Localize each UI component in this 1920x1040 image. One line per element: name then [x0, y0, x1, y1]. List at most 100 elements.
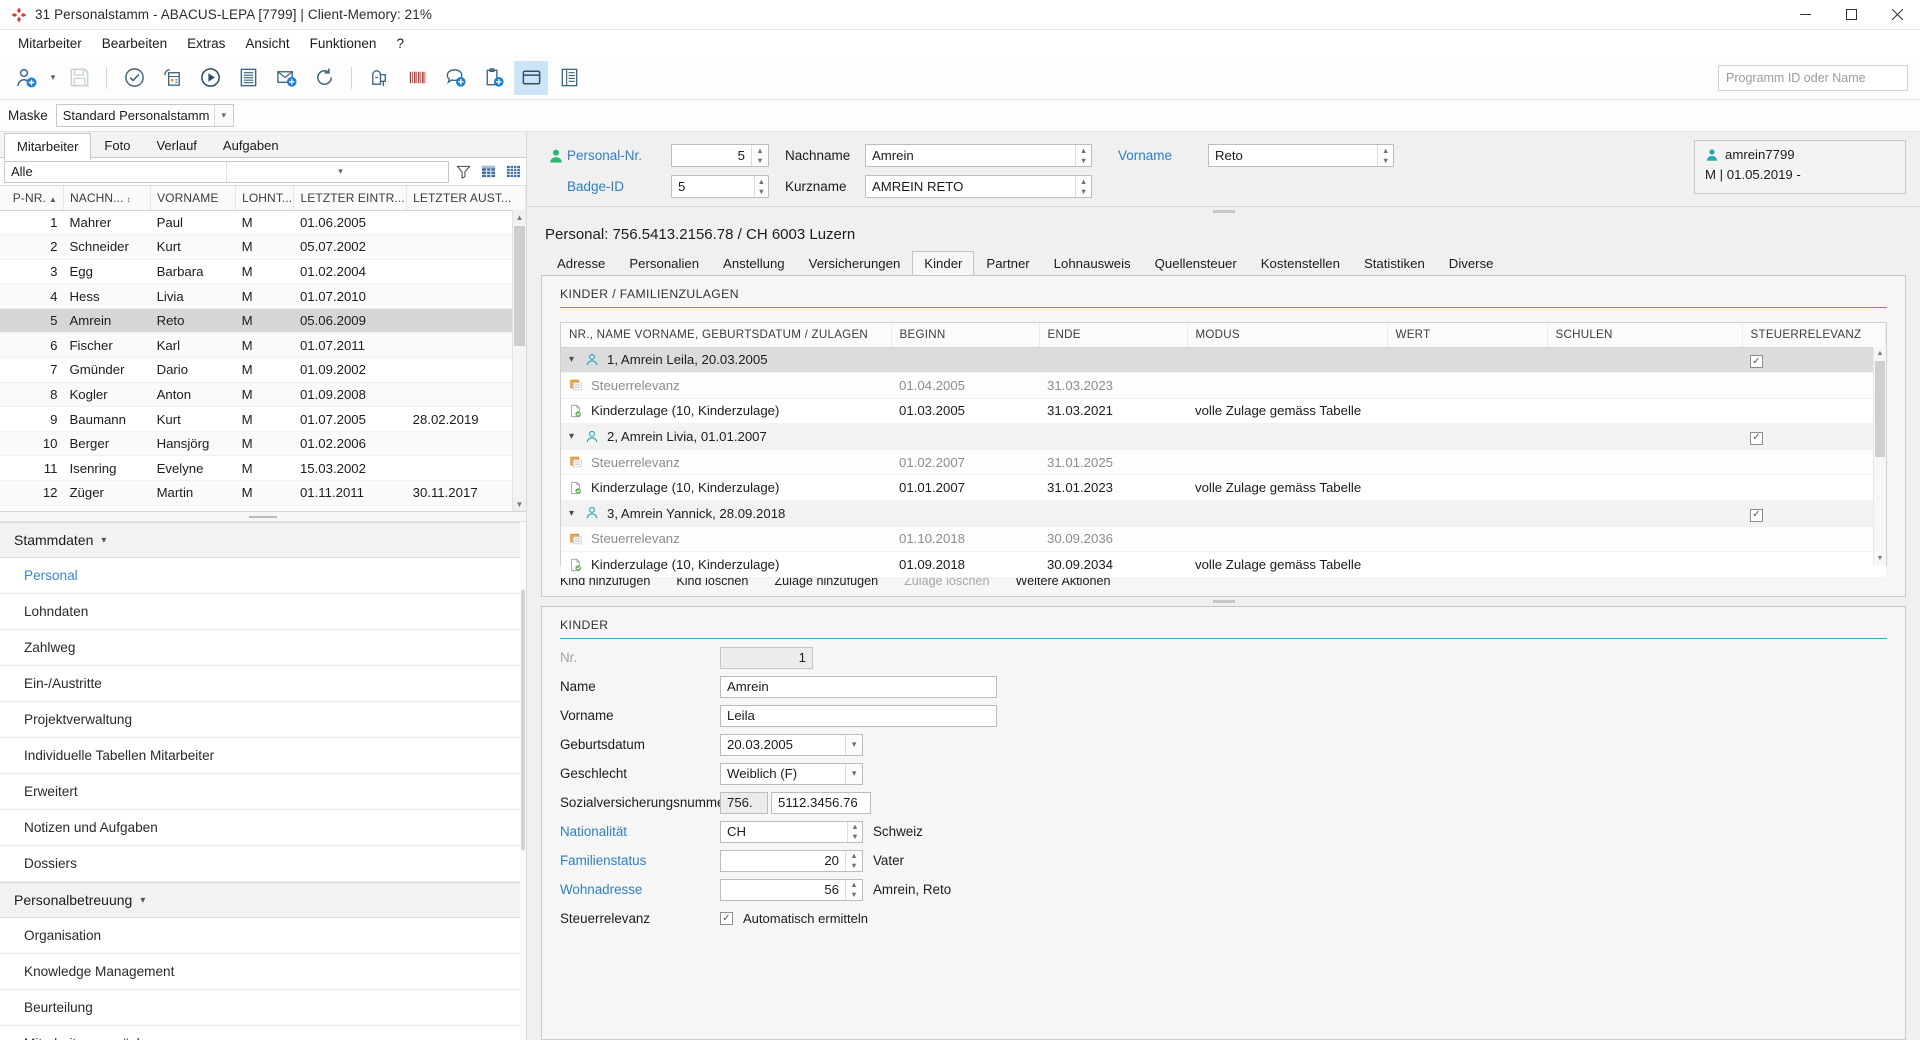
col-schulen[interactable]: SCHULEN	[1547, 323, 1743, 348]
ssn-input[interactable]	[772, 792, 870, 813]
spinner-buttons[interactable]: ▲ ▼	[751, 145, 768, 166]
col-name[interactable]: NR., NAME VORNAME, GEBURTSDATUM / ZULAGE…	[561, 323, 892, 348]
tab-kostenstellen[interactable]: Kostenstellen	[1249, 252, 1352, 275]
tab-lohnausweis[interactable]: Lohnausweis	[1042, 252, 1143, 275]
new-employee-dropdown-icon[interactable]: ▾	[46, 72, 60, 83]
table-row[interactable]: 3 Egg Barbara M 01.02.2004	[0, 259, 526, 285]
tab-partner[interactable]: Partner	[974, 252, 1041, 275]
kinder-row-parent[interactable]: ▾ 1, Amrein Leila, 20.03.2005 ✓	[561, 347, 1886, 374]
grid-icon[interactable]	[501, 160, 526, 184]
spinner-down-icon[interactable]: ▼	[848, 832, 862, 842]
kinder-row-sub[interactable]: Steuerrelevanz 01.02.2007 31.01.2025	[561, 449, 1886, 476]
funnel-icon[interactable]	[451, 160, 476, 184]
ssn-field[interactable]	[771, 791, 871, 814]
sidebar-item-organisation[interactable]: Organisation	[0, 918, 526, 954]
clipboard-add-icon[interactable]	[476, 61, 510, 95]
nachname-field[interactable]: ▲▼	[865, 144, 1092, 167]
col-wert[interactable]: WERT	[1387, 323, 1548, 348]
chevron-down-icon[interactable]: ▾	[569, 354, 585, 365]
kinder-grid-scrollbar[interactable]: ▲ ▼	[1873, 347, 1886, 565]
col-modus[interactable]: MODUS	[1187, 323, 1388, 348]
checkbox-checked[interactable]: ✓	[1750, 355, 1763, 369]
list-icon[interactable]	[231, 61, 265, 95]
tab-mitarbeiter[interactable]: Mitarbeiter	[4, 133, 92, 160]
vorname-field[interactable]: ▲▼	[1208, 144, 1394, 167]
checkbox-checked[interactable]: ✓	[720, 912, 733, 925]
left-pane-splitter[interactable]	[0, 512, 526, 522]
table-row[interactable]: 10 Berger Hansjörg M 01.02.2006	[0, 431, 526, 457]
familienstatus-field[interactable]: ▲▼	[720, 849, 863, 872]
spinner-buttons[interactable]: ▲ ▼	[845, 879, 862, 900]
sidebar-item-lohndaten[interactable]: Lohndaten	[0, 594, 526, 630]
nationalitaet-field[interactable]: ▲▼	[720, 820, 863, 843]
nationalitaet-input[interactable]	[721, 821, 847, 842]
col-austritt[interactable]: LETZTER AUST...	[406, 186, 526, 211]
menu-ansicht[interactable]: Ansicht	[235, 33, 299, 54]
tab-foto[interactable]: Foto	[91, 132, 143, 158]
kinder-row-allowance[interactable]: Kinderzulage (10, Kinderzulage) 01.01.20…	[561, 474, 1886, 502]
table-row[interactable]: 8 Kogler Anton M 01.09.2008	[0, 382, 526, 408]
filter-select[interactable]: Alle ▾	[4, 160, 449, 183]
mail-add-icon[interactable]	[269, 61, 303, 95]
tab-personalien[interactable]: Personalien	[617, 252, 711, 275]
spinner-down-icon[interactable]: ▼	[846, 861, 862, 871]
geschlecht-field[interactable]: ▾	[720, 762, 863, 785]
table-row[interactable]: 11 Isenring Evelyne M 15.03.2002	[0, 455, 526, 482]
spinner-buttons[interactable]: ▲ ▼	[1075, 176, 1091, 197]
table-row[interactable]: 4 Hess Livia M 01.07.2010	[0, 283, 526, 309]
wohnadresse-input[interactable]	[721, 879, 845, 900]
vorname-input[interactable]	[721, 705, 996, 726]
spinner-up-icon[interactable]: ▲	[1076, 145, 1091, 156]
tab-diverse[interactable]: Diverse	[1437, 252, 1506, 275]
scrollbar-thumb[interactable]	[514, 226, 525, 346]
spinner-down-icon[interactable]: ▼	[1076, 156, 1091, 167]
col-nachname[interactable]: NACHN... ↕	[63, 186, 152, 211]
name-input[interactable]	[721, 676, 996, 697]
comment-add-icon[interactable]	[438, 61, 472, 95]
spinner-down-icon[interactable]: ▼	[1378, 156, 1393, 167]
spinner-down-icon[interactable]: ▼	[755, 187, 768, 198]
table-columns-icon[interactable]	[476, 160, 501, 184]
maximize-button[interactable]	[1828, 0, 1874, 30]
geburtsdatum-field[interactable]: ▾	[720, 733, 863, 756]
tab-versicherungen[interactable]: Versicherungen	[797, 252, 913, 275]
spinner-down-icon[interactable]: ▼	[1076, 187, 1091, 198]
tab-statistiken[interactable]: Statistiken	[1352, 252, 1437, 275]
refresh-icon[interactable]	[307, 61, 341, 95]
tab-adresse[interactable]: Adresse	[545, 252, 617, 275]
chevron-down-icon[interactable]: ▾	[845, 734, 862, 755]
table-row[interactable]: 12 Züger Martin M 01.11.2011 30.11.2017	[0, 480, 526, 506]
geschlecht-input[interactable]	[721, 763, 846, 784]
kinder-row-sub[interactable]: Steuerrelevanz 01.04.2005 31.03.2023	[561, 372, 1886, 399]
sidebar-item-ein-austritte[interactable]: Ein-/Austritte	[0, 666, 526, 702]
chevron-down-icon[interactable]: ▾	[569, 431, 585, 442]
nav-group-stammdaten[interactable]: Stammdaten ▾	[0, 522, 526, 558]
checkbox-checked[interactable]: ✓	[1750, 431, 1763, 445]
user-card[interactable]: amrein7799 M | 01.05.2019 -	[1694, 140, 1906, 194]
chevron-down-icon[interactable]: ▾	[226, 161, 448, 182]
tab-verlauf[interactable]: Verlauf	[143, 132, 209, 158]
sidebar-item-individuelle-tabellen[interactable]: Individuelle Tabellen Mitarbeiter	[0, 738, 526, 774]
chevron-down-icon[interactable]: ▾	[569, 508, 585, 519]
table-row[interactable]: 9 Baumann Kurt M 01.07.2005 28.02.2019	[0, 406, 526, 432]
new-employee-icon[interactable]	[10, 61, 44, 95]
spinner-buttons[interactable]: ▲ ▼	[753, 176, 768, 198]
table-row[interactable]: 1 Mahrer Paul M 01.06.2005	[0, 210, 526, 236]
kurzname-field[interactable]: ▲▼	[865, 175, 1092, 198]
spinner-buttons[interactable]: ▲ ▼	[1075, 145, 1091, 166]
col-steuerrelevanz[interactable]: STEUERRELEVANZ	[1742, 323, 1886, 348]
kurzname-input[interactable]	[866, 176, 1076, 197]
program-search-input[interactable]: Programm ID oder Name	[1718, 65, 1908, 91]
familienstatus-input[interactable]	[721, 850, 845, 871]
table-row[interactable]: 6 Fischer Karl M 01.07.2011	[0, 332, 526, 359]
spinner-up-icon[interactable]: ▲	[846, 880, 862, 890]
panels-splitter[interactable]	[541, 597, 1906, 606]
scroll-up-icon[interactable]: ▲	[513, 210, 526, 224]
spinner-buttons[interactable]: ▲ ▼	[846, 821, 862, 842]
col-vorname[interactable]: VORNAME	[150, 186, 237, 211]
table-row[interactable]: 2 Schneider Kurt M 05.07.2002	[0, 234, 526, 260]
tab-anstellung[interactable]: Anstellung	[711, 252, 797, 275]
nav-group-personalbetreuung[interactable]: Personalbetreuung ▾	[0, 882, 526, 918]
check-circle-icon[interactable]	[117, 61, 151, 95]
menu-help[interactable]: ?	[386, 33, 414, 54]
